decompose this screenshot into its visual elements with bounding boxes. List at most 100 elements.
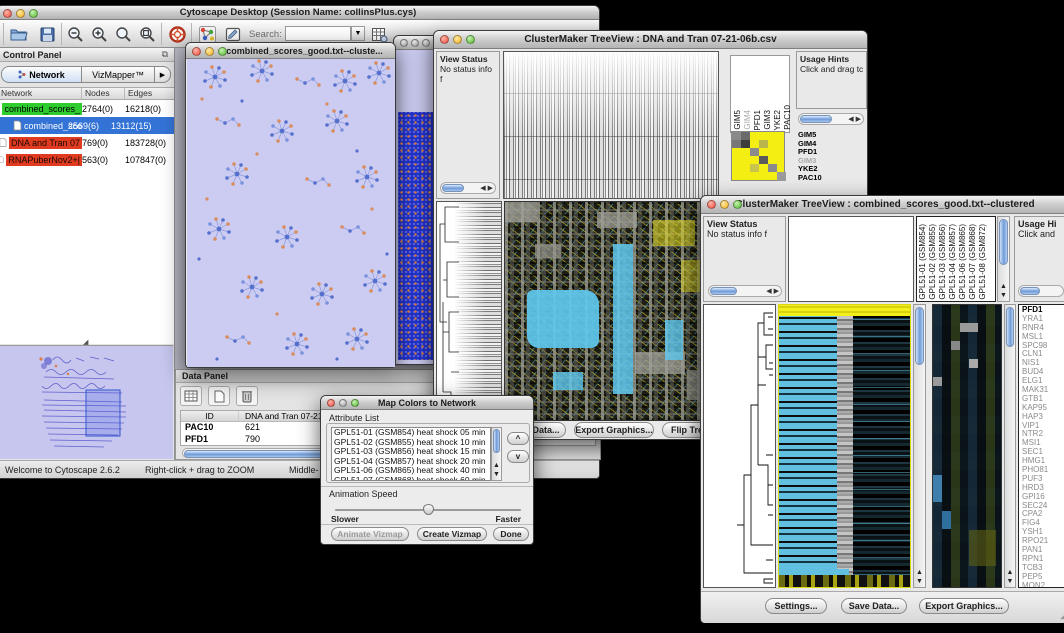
tv2-hints-hscrollbar[interactable] xyxy=(1018,285,1064,297)
zoom-button[interactable] xyxy=(422,39,430,47)
attribute-list-item[interactable]: GPL51-02 (GSM855) heat shock 10 min xyxy=(334,438,490,448)
attribute-listbox[interactable]: GPL51-01 (GSM854) heat shock 05 minGPL51… xyxy=(331,427,491,481)
create-vizmap-button[interactable]: Create Vizmap xyxy=(417,527,487,541)
done-button[interactable]: Done xyxy=(493,527,529,541)
gene-label[interactable]: MON2 xyxy=(1022,582,1064,588)
zoom-button[interactable] xyxy=(218,47,227,56)
zoom-selected-button[interactable] xyxy=(113,24,133,44)
search-dropdown-button[interactable]: ▼ xyxy=(351,26,365,41)
network-row-dna-tran[interactable]: DNA and Tran 07 769(0) 183728(0) xyxy=(0,134,174,151)
move-down-button[interactable]: v xyxy=(507,450,529,463)
column-label[interactable]: GIM5 xyxy=(733,110,742,130)
tv1-hints-hscrollbar[interactable]: ◀ ▶ xyxy=(798,113,864,125)
network-row-combined-selected[interactable]: combined_sco 2569(6) 13112(15) xyxy=(0,117,174,134)
tv2-save-data-button[interactable]: Save Data... xyxy=(841,598,907,614)
scroll-arrows[interactable]: ▲▼ xyxy=(492,461,501,479)
array-column-label[interactable]: GPL51-08 (GSM872) xyxy=(978,224,987,300)
tv2-settings-button[interactable]: Settings... xyxy=(765,598,827,614)
create-network-button[interactable] xyxy=(197,24,217,44)
tv2-heatmap-vscrollbar[interactable]: ▲▼ xyxy=(913,304,926,588)
annotation-button[interactable] xyxy=(223,24,243,44)
select-attributes-button[interactable] xyxy=(180,386,202,406)
tv1-column-dendrogram[interactable] xyxy=(503,51,719,199)
attribute-list-item[interactable]: GPL51-01 (GSM854) heat shock 05 min xyxy=(334,428,490,438)
tab-network[interactable]: Network xyxy=(1,66,82,83)
float-panel-icon[interactable]: ⧉ xyxy=(162,49,168,60)
tv2-main-heatmap[interactable] xyxy=(778,304,911,588)
minimize-button[interactable] xyxy=(453,35,462,44)
network-row-combined-scores[interactable]: combined_scores_ 2764(0) 16218(0) xyxy=(0,100,174,117)
array-column-label[interactable]: GPL51-06 (GSM865) xyxy=(958,224,967,300)
dense-window-titlebar[interactable] xyxy=(394,36,437,50)
network-canvas[interactable] xyxy=(187,59,395,367)
open-file-button[interactable] xyxy=(9,24,29,44)
tv1-column-labels[interactable]: GIM5GIM4PFD1GIM3YKE2PAC10 xyxy=(730,55,790,133)
network-overview-panel[interactable] xyxy=(0,345,173,459)
tab-vizmapper[interactable]: VizMapper™ xyxy=(82,66,155,83)
dense-network-canvas[interactable] xyxy=(395,50,437,364)
zoom-in-button[interactable] xyxy=(89,24,109,44)
move-up-button[interactable]: ^ xyxy=(507,432,529,445)
scroll-arrows[interactable]: ▲▼ xyxy=(998,282,1009,300)
col-header-edges[interactable]: Edges xyxy=(125,88,171,99)
minimize-button[interactable] xyxy=(720,200,729,209)
network-row-rnapuber[interactable]: RNAPuberNov2+| 563(0) 107847(0) xyxy=(0,151,174,168)
close-button[interactable] xyxy=(192,47,201,56)
tv1-zoom-heatmap[interactable] xyxy=(731,131,785,181)
column-label[interactable]: YKE2 xyxy=(773,110,782,130)
tv2-export-graphics-button[interactable]: Export Graphics... xyxy=(919,598,1009,614)
tv2-collabel-vscrollbar[interactable]: ▲▼ xyxy=(997,216,1010,302)
new-attribute-button[interactable] xyxy=(208,386,230,406)
tv1-main-heatmap[interactable] xyxy=(504,201,712,421)
array-column-label[interactable]: GPL51-01 (GSM854) xyxy=(918,224,927,300)
col-header-nodes[interactable]: Nodes xyxy=(82,88,125,99)
tv2-status-hscrollbar[interactable]: ◀ ▶ xyxy=(708,285,782,297)
scroll-arrows[interactable]: ◀ ▶ xyxy=(766,286,779,297)
attribute-list-vscrollbar[interactable]: ▲▼ xyxy=(491,427,502,481)
array-column-label[interactable]: GPL51-04 (GSM857) xyxy=(948,224,957,300)
attribute-list-item[interactable]: GPL51-03 (GSM856) heat shock 15 min xyxy=(334,447,490,457)
column-label[interactable]: GIM4 xyxy=(743,110,752,130)
minimize-button[interactable] xyxy=(411,39,419,47)
attribute-list-item[interactable]: GPL51-06 (GSM865) heat shock 40 min xyxy=(334,466,490,476)
zoom-fit-button[interactable] xyxy=(137,24,157,44)
col-id[interactable]: ID xyxy=(181,411,239,421)
scroll-arrows[interactable]: ◀ ▶ xyxy=(848,114,861,125)
help-button[interactable] xyxy=(167,24,187,44)
tv2-row-dendrogram[interactable] xyxy=(703,304,776,588)
tab-overflow-button[interactable]: ▶ xyxy=(155,66,171,83)
column-label[interactable]: PAC10 xyxy=(783,105,792,130)
tv1-row-dendrogram[interactable] xyxy=(436,201,502,421)
overview-viewport-rect[interactable] xyxy=(86,390,120,436)
tv2-column-labels[interactable]: GPL51-01 (GSM854)GPL51-02 (GSM855)GPL51-… xyxy=(916,216,996,302)
attribute-list-item[interactable]: GPL51-07 (GSM868) heat shock 60 min xyxy=(334,476,490,481)
attribute-list-item[interactable]: GPL51-04 (GSM857) heat shock 20 min xyxy=(334,457,490,467)
treeview2-titlebar[interactable]: ClusterMaker TreeView : combined_scores_… xyxy=(701,196,1064,214)
close-button[interactable] xyxy=(3,9,12,18)
dialog-titlebar[interactable]: Map Colors to Network xyxy=(321,396,533,410)
close-button[interactable] xyxy=(400,39,408,47)
resize-grip[interactable]: ◢ xyxy=(1060,610,1064,621)
slider-thumb[interactable] xyxy=(423,504,434,515)
tv2-zoom-heatmap[interactable] xyxy=(932,304,1002,588)
animation-speed-slider[interactable] xyxy=(335,504,521,516)
scroll-arrows[interactable]: ▲▼ xyxy=(914,568,925,586)
tv1-status-hscrollbar[interactable]: ◀ ▶ xyxy=(440,182,496,194)
gene-label[interactable]: PAC10 xyxy=(798,174,858,183)
main-titlebar[interactable]: Cytoscape Desktop (Session Name: collins… xyxy=(0,6,599,20)
zoom-out-button[interactable] xyxy=(65,24,85,44)
tv2-gene-list[interactable]: PFD1YRA1RNR4MSL1SPC98CLN1NIS1BUD4ELG1MAK… xyxy=(1018,304,1064,588)
col-header-network[interactable]: Network xyxy=(0,88,82,99)
network-view-titlebar[interactable]: combined_scores_good.txt--cluste... xyxy=(186,43,395,59)
scroll-arrows[interactable]: ◀ ▶ xyxy=(480,183,493,194)
zoom-button[interactable] xyxy=(466,35,475,44)
array-column-label[interactable]: GPL51-07 (GSM868) xyxy=(968,224,977,300)
column-label[interactable]: PFD1 xyxy=(753,110,762,130)
scroll-arrows[interactable]: ▲▼ xyxy=(1005,568,1015,586)
zoom-button[interactable] xyxy=(733,200,742,209)
tv1-export-graphics-button[interactable]: Export Graphics... xyxy=(574,422,654,438)
save-button[interactable] xyxy=(37,24,57,44)
attribute-browser-button[interactable] xyxy=(369,24,389,44)
zoom-button[interactable] xyxy=(29,9,38,18)
tv2-column-tree-area[interactable] xyxy=(788,216,914,302)
